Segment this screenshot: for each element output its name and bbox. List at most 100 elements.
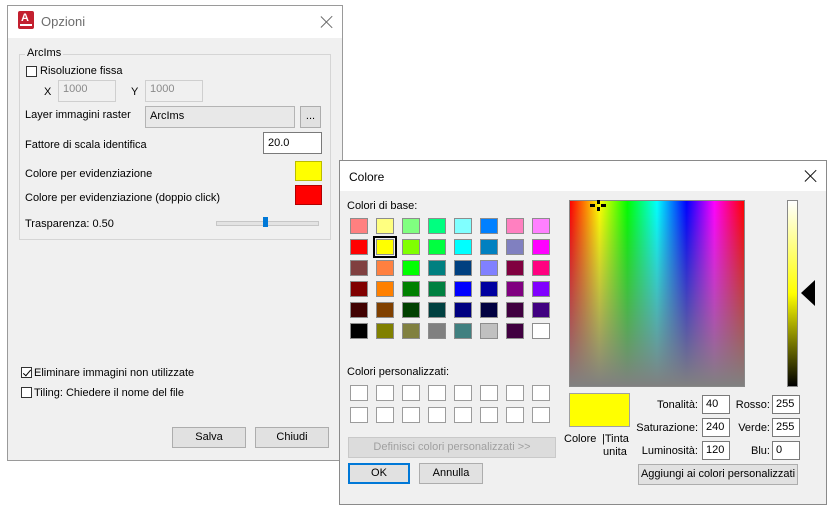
basic-color-swatch[interactable] xyxy=(402,260,420,276)
custom-color-swatch[interactable] xyxy=(376,407,394,423)
basic-color-swatch[interactable] xyxy=(428,260,446,276)
ok-button[interactable]: OK xyxy=(348,463,410,484)
basic-color-swatch[interactable] xyxy=(480,323,498,339)
custom-color-swatch[interactable] xyxy=(480,385,498,401)
basic-color-swatch[interactable] xyxy=(532,302,550,318)
cancel-button[interactable]: Annulla xyxy=(419,463,483,484)
basic-color-swatch[interactable] xyxy=(428,281,446,297)
highlight-dbl-label: Colore per evidenziazione (doppio click) xyxy=(25,192,221,204)
custom-color-swatch[interactable] xyxy=(480,407,498,423)
spectrum-crosshair[interactable] xyxy=(590,200,606,212)
lum-input[interactable]: 120 xyxy=(702,441,730,460)
basic-color-swatch[interactable] xyxy=(506,218,524,234)
highlight-dbl-swatch[interactable] xyxy=(295,185,322,205)
basic-color-swatch[interactable] xyxy=(480,302,498,318)
remove-unused-checkbox[interactable] xyxy=(21,367,32,378)
arcims-group-label: ArcIms xyxy=(25,47,64,59)
basic-color-swatch[interactable] xyxy=(376,218,394,234)
highlight-color-swatch[interactable] xyxy=(295,161,322,181)
basic-color-swatch[interactable] xyxy=(402,218,420,234)
close-button[interactable]: Chiudi xyxy=(255,427,329,448)
basic-color-swatch[interactable] xyxy=(454,239,472,255)
basic-color-swatch[interactable] xyxy=(454,302,472,318)
basic-color-swatch[interactable] xyxy=(402,302,420,318)
basic-color-swatch[interactable] xyxy=(506,323,524,339)
opzioni-titlebar[interactable]: A Opzioni xyxy=(8,6,342,38)
custom-color-swatch[interactable] xyxy=(532,407,550,423)
basic-color-swatch[interactable] xyxy=(532,239,550,255)
fixed-resolution-checkbox[interactable] xyxy=(26,66,37,77)
save-button[interactable]: Salva xyxy=(172,427,246,448)
custom-color-swatch[interactable] xyxy=(506,407,524,423)
basic-color-swatch[interactable] xyxy=(480,218,498,234)
custom-color-swatch[interactable] xyxy=(402,385,420,401)
basic-color-swatch[interactable] xyxy=(480,239,498,255)
custom-color-swatch[interactable] xyxy=(428,385,446,401)
basic-color-swatch[interactable] xyxy=(350,302,368,318)
luminosity-arrow-icon[interactable] xyxy=(801,280,815,306)
basic-color-swatch[interactable] xyxy=(532,260,550,276)
basic-color-swatch[interactable] xyxy=(402,281,420,297)
basic-color-swatch[interactable] xyxy=(480,260,498,276)
basic-color-swatch[interactable] xyxy=(454,260,472,276)
basic-color-swatch[interactable] xyxy=(454,323,472,339)
close-icon[interactable] xyxy=(318,13,336,31)
basic-color-swatch[interactable] xyxy=(480,281,498,297)
color-spectrum[interactable] xyxy=(569,200,745,387)
custom-color-swatch[interactable] xyxy=(402,407,420,423)
basic-color-swatch[interactable] xyxy=(532,323,550,339)
basic-color-swatch[interactable] xyxy=(454,281,472,297)
basic-color-swatch[interactable] xyxy=(350,239,368,255)
basic-color-swatch[interactable] xyxy=(350,260,368,276)
close-icon[interactable] xyxy=(802,167,820,185)
basic-color-swatch[interactable] xyxy=(376,281,394,297)
custom-color-swatch[interactable] xyxy=(428,407,446,423)
define-custom-button[interactable]: Definisci colori personalizzati >> xyxy=(348,437,556,458)
basic-color-swatch[interactable] xyxy=(428,239,446,255)
basic-color-swatch[interactable] xyxy=(506,302,524,318)
basic-color-swatch[interactable] xyxy=(506,239,524,255)
basic-color-swatch[interactable] xyxy=(506,260,524,276)
basic-color-swatch[interactable] xyxy=(376,323,394,339)
basic-color-swatch[interactable] xyxy=(373,236,397,258)
transparency-slider-thumb[interactable] xyxy=(263,217,268,227)
colore-titlebar[interactable]: Colore xyxy=(340,161,826,191)
basic-color-swatch[interactable] xyxy=(402,323,420,339)
custom-color-swatch[interactable] xyxy=(454,385,472,401)
custom-color-swatch[interactable] xyxy=(506,385,524,401)
basic-color-swatch[interactable] xyxy=(428,302,446,318)
basic-color-swatch[interactable] xyxy=(402,239,420,255)
basic-color-swatch[interactable] xyxy=(532,218,550,234)
blue-input[interactable]: 0 xyxy=(772,441,800,460)
tiling-checkbox[interactable] xyxy=(21,387,32,398)
basic-colors-label: Colori di base: xyxy=(347,200,418,212)
red-input[interactable]: 255 xyxy=(772,395,800,414)
y-input[interactable]: 1000 xyxy=(145,80,203,102)
sat-input[interactable]: 240 xyxy=(702,418,730,437)
color-label: Colore xyxy=(564,433,597,445)
custom-color-swatch[interactable] xyxy=(376,385,394,401)
custom-color-swatch[interactable] xyxy=(350,407,368,423)
luminosity-bar[interactable] xyxy=(787,200,798,387)
basic-color-swatch[interactable] xyxy=(532,281,550,297)
basic-color-swatch[interactable] xyxy=(376,260,394,276)
scale-factor-input[interactable]: 20.0 xyxy=(263,132,322,154)
raster-layer-field[interactable]: ArcIms xyxy=(145,106,295,128)
basic-color-swatch[interactable] xyxy=(350,281,368,297)
add-custom-button[interactable]: Aggiungi ai colori personalizzati xyxy=(638,464,798,485)
basic-color-swatch[interactable] xyxy=(428,323,446,339)
browse-button[interactable]: ... xyxy=(300,106,321,128)
custom-colors-label: Colori personalizzati: xyxy=(347,366,450,378)
basic-color-swatch[interactable] xyxy=(506,281,524,297)
basic-color-swatch[interactable] xyxy=(350,323,368,339)
green-input[interactable]: 255 xyxy=(772,418,800,437)
basic-color-swatch[interactable] xyxy=(454,218,472,234)
basic-color-swatch[interactable] xyxy=(428,218,446,234)
basic-color-swatch[interactable] xyxy=(350,218,368,234)
custom-color-swatch[interactable] xyxy=(454,407,472,423)
hue-input[interactable]: 40 xyxy=(702,395,730,414)
custom-color-swatch[interactable] xyxy=(532,385,550,401)
custom-color-swatch[interactable] xyxy=(350,385,368,401)
basic-color-swatch[interactable] xyxy=(376,302,394,318)
x-input[interactable]: 1000 xyxy=(58,80,116,102)
